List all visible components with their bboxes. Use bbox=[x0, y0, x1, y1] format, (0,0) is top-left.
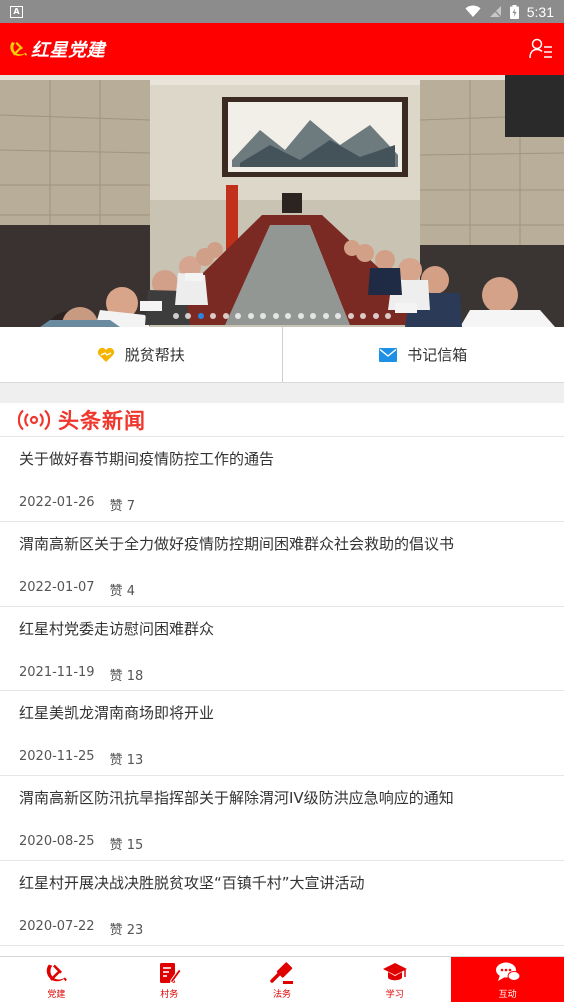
news-item[interactable]: 红星美凯龙渭南商场即将开业 2020-11-25 赞 13 bbox=[0, 691, 564, 777]
carousel-dot[interactable] bbox=[322, 313, 329, 319]
news-date: 2020-07-22 bbox=[19, 918, 95, 934]
nav-label: 互动 bbox=[498, 990, 517, 1000]
carousel-dot[interactable] bbox=[260, 313, 267, 319]
news-item[interactable]: 关于做好春节期间疫情防控工作的通告 2022-01-26 赞 7 bbox=[0, 437, 564, 522]
banner-image bbox=[0, 75, 564, 327]
news-title: 红星村党委走访慰问困难群众 bbox=[19, 619, 215, 638]
headline-title: 头条新闻 bbox=[58, 408, 146, 433]
party-emblem-icon bbox=[10, 42, 27, 56]
carousel-indicator[interactable] bbox=[0, 313, 564, 319]
carousel-dot[interactable] bbox=[372, 313, 379, 319]
carousel-dot[interactable] bbox=[335, 313, 342, 319]
nav-village-affairs[interactable]: 村务 bbox=[113, 957, 226, 1002]
status-bar: A 5:31 bbox=[0, 0, 564, 23]
secretary-mailbox-label: 书记信箱 bbox=[407, 346, 468, 364]
mail-icon bbox=[379, 347, 398, 362]
app-title: 红星党建 bbox=[31, 40, 105, 61]
carousel-dot[interactable] bbox=[385, 313, 392, 319]
carousel-dot[interactable] bbox=[185, 313, 192, 319]
news-title: 渭南高新区关于全力做好疫情防控期间困难群众社会救助的倡议书 bbox=[19, 534, 455, 553]
nav-legal[interactable]: 法务 bbox=[226, 957, 339, 1002]
handshake-heart-icon bbox=[97, 347, 114, 362]
carousel-dot[interactable] bbox=[360, 313, 367, 319]
app-header: 红星党建 bbox=[0, 23, 564, 75]
gavel-icon bbox=[270, 962, 293, 984]
nav-interaction[interactable]: 互动 bbox=[451, 957, 564, 1002]
carousel-dot[interactable] bbox=[172, 313, 179, 319]
news-item[interactable]: 红星村开展决战决胜脱贫攻坚“百镇千村”大宣讲活动 2020-07-22 赞 23 bbox=[0, 861, 564, 946]
carousel-dot[interactable] bbox=[235, 313, 242, 319]
carousel-dot[interactable] bbox=[310, 313, 317, 319]
edit-document-icon bbox=[160, 963, 182, 984]
app-brand: 红星党建 bbox=[8, 36, 105, 62]
user-menu-button[interactable] bbox=[528, 36, 554, 62]
carousel-dot[interactable] bbox=[197, 313, 204, 319]
section-spacer bbox=[0, 383, 564, 403]
news-item[interactable]: 渭南高新区防汛抗旱指挥部关于解除渭河IV级防洪应急响应的通知 2020-08-2… bbox=[0, 776, 564, 861]
party-emblem-icon bbox=[47, 964, 68, 982]
poverty-aid-button[interactable]: 脱贫帮扶 bbox=[0, 327, 282, 382]
news-likes: 赞 4 bbox=[109, 583, 135, 599]
quick-actions: 脱贫帮扶 书记信箱 bbox=[0, 327, 564, 383]
banner-carousel[interactable] bbox=[0, 75, 564, 327]
headline-section-header: 头条新闻 bbox=[0, 403, 564, 437]
news-title: 红星美凯龙渭南商场即将开业 bbox=[19, 704, 215, 723]
nav-party-building[interactable]: 党建 bbox=[0, 957, 113, 1002]
carousel-dot[interactable] bbox=[222, 313, 229, 319]
carousel-dot[interactable] bbox=[247, 313, 254, 319]
app-notification-icon: A bbox=[10, 5, 23, 18]
carousel-dot[interactable] bbox=[210, 313, 217, 319]
clock: 5:31 bbox=[526, 3, 554, 20]
news-list: 关于做好春节期间疫情防控工作的通告 2022-01-26 赞 7 渭南高新区关于全… bbox=[0, 437, 564, 946]
news-likes: 赞 15 bbox=[109, 838, 144, 854]
news-title: 关于做好春节期间疫情防控工作的通告 bbox=[19, 450, 275, 468]
wifi-icon bbox=[465, 5, 481, 17]
nav-label: 学习 bbox=[385, 990, 404, 1000]
bottom-nav: 党建 村务 法务 学习 互动 bbox=[0, 956, 564, 1002]
graduation-cap-icon bbox=[382, 963, 407, 981]
carousel-dot[interactable] bbox=[347, 313, 354, 319]
news-date: 2020-11-25 bbox=[19, 749, 95, 765]
carousel-dot[interactable] bbox=[272, 313, 279, 319]
poverty-aid-label: 脱贫帮扶 bbox=[124, 346, 185, 364]
news-likes: 赞 18 bbox=[109, 668, 144, 684]
news-likes: 赞 7 bbox=[109, 499, 135, 514]
carousel-dot[interactable] bbox=[297, 313, 304, 319]
news-title: 渭南高新区防汛抗旱指挥部关于解除渭河IV级防洪应急响应的通知 bbox=[19, 789, 454, 808]
news-likes: 赞 23 bbox=[109, 922, 144, 938]
user-list-icon bbox=[529, 38, 552, 59]
nav-label: 法务 bbox=[272, 990, 291, 1000]
news-item[interactable]: 渭南高新区关于全力做好疫情防控期间困难群众社会救助的倡议书 2022-01-07… bbox=[0, 522, 564, 607]
carousel-dot[interactable] bbox=[285, 313, 292, 319]
news-item[interactable]: 红星村党委走访慰问困难群众 2021-11-19 赞 18 bbox=[0, 607, 564, 692]
news-title: 红星村开展决战决胜脱贫攻坚“百镇千村”大宣讲活动 bbox=[19, 873, 365, 892]
nav-label: 村务 bbox=[160, 990, 179, 1000]
nav-study[interactable]: 学习 bbox=[338, 957, 451, 1002]
nav-label: 党建 bbox=[47, 990, 66, 1000]
chat-bubbles-icon bbox=[495, 962, 521, 981]
news-date: 2022-01-07 bbox=[19, 579, 95, 595]
news-likes: 赞 13 bbox=[109, 753, 144, 769]
broadcast-icon bbox=[18, 409, 50, 430]
battery-icon bbox=[509, 4, 519, 19]
news-date: 2020-08-25 bbox=[19, 834, 95, 850]
signal-icon bbox=[489, 5, 502, 18]
news-date: 2021-11-19 bbox=[19, 664, 95, 680]
news-date: 2022-01-26 bbox=[19, 495, 95, 510]
secretary-mailbox-button[interactable]: 书记信箱 bbox=[282, 327, 564, 382]
